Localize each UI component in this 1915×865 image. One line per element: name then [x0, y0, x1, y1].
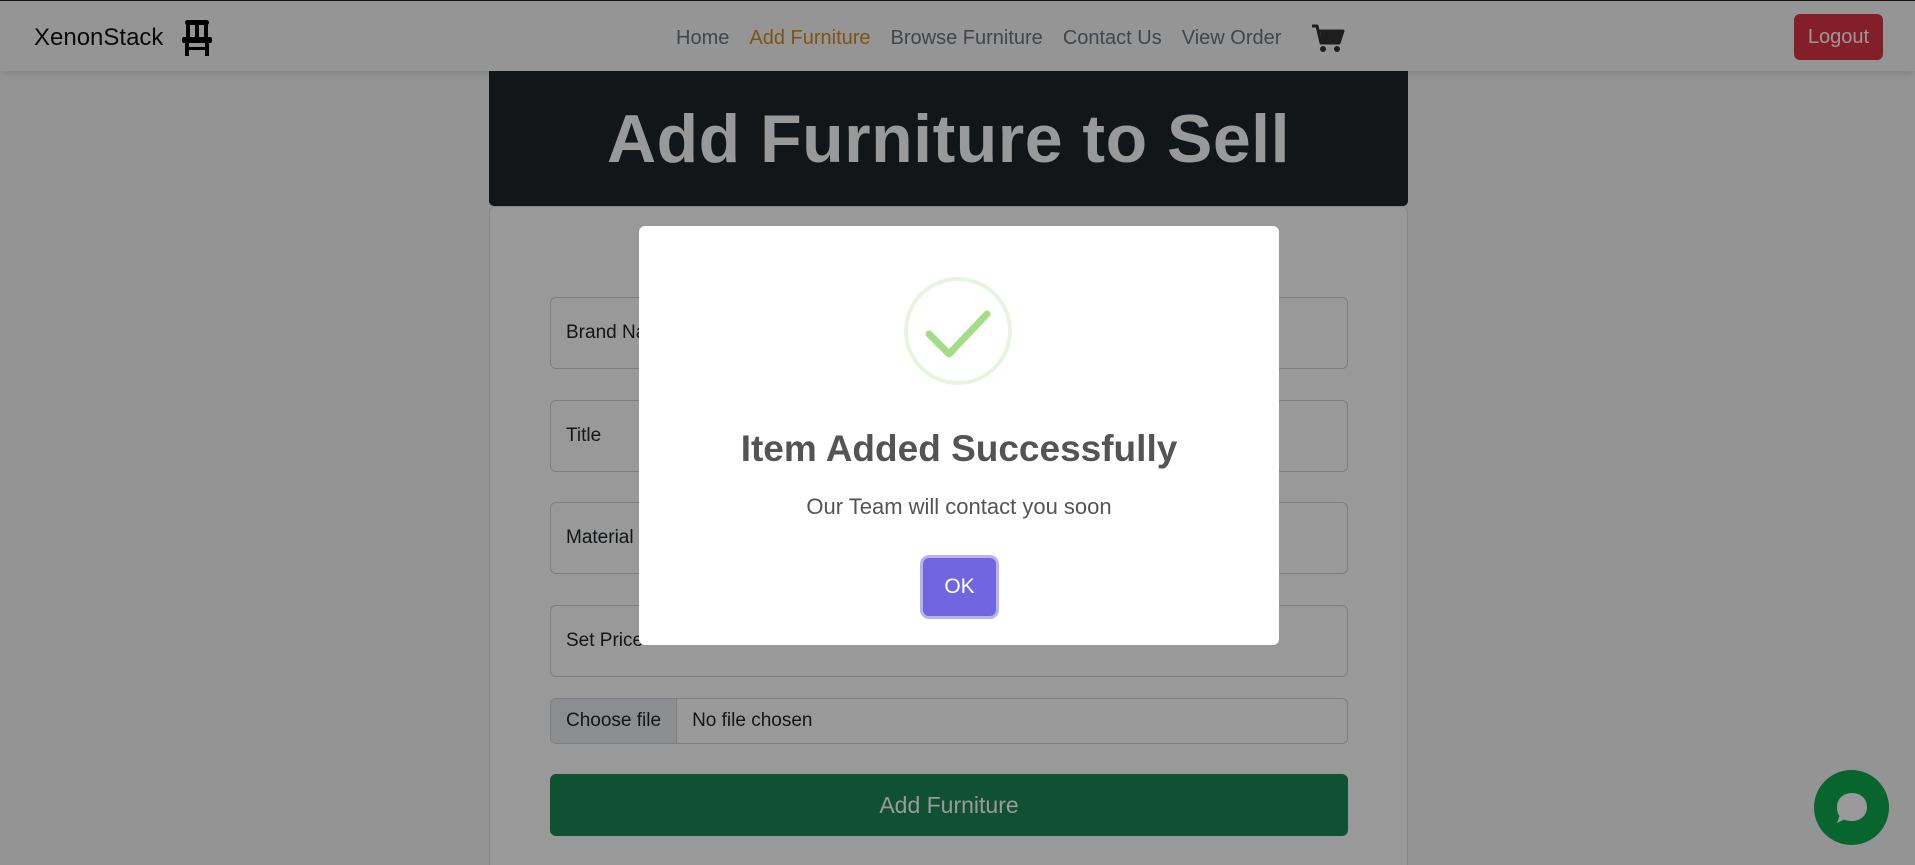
- success-check-icon: [904, 277, 1012, 385]
- success-dialog: Item Added Successfully Our Team will co…: [639, 226, 1279, 645]
- ok-button[interactable]: OK: [923, 558, 996, 616]
- dialog-title: Item Added Successfully: [740, 428, 1178, 469]
- page: XenonStack Home Add Furniture Browse Fur…: [0, 0, 1915, 865]
- dialog-message: Our Team will contact you soon: [806, 494, 1112, 519]
